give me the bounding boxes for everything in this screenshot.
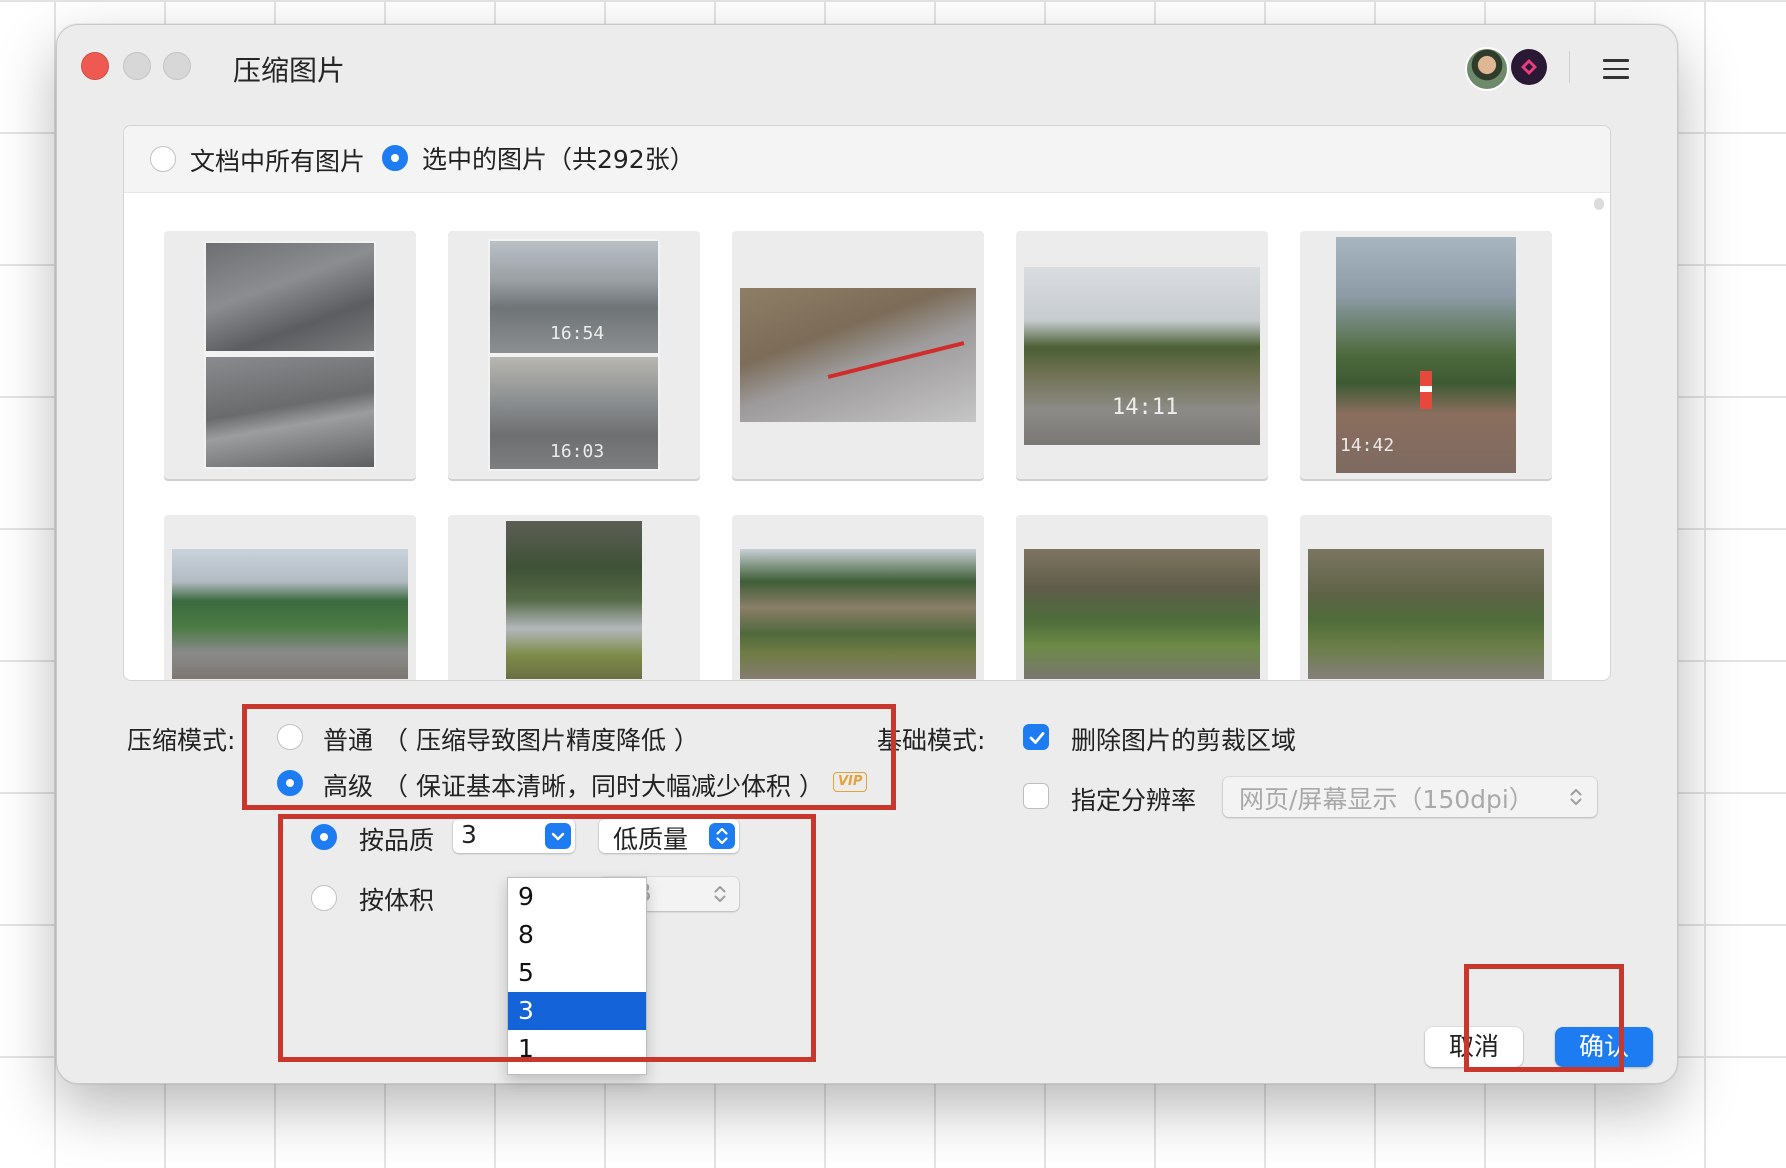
image-thumbnail[interactable] [164, 231, 416, 479]
image-thumbnail[interactable]: 14:11 [1016, 231, 1268, 479]
image-thumbnail[interactable]: 14:42 [1300, 231, 1552, 479]
image-thumbnail[interactable] [448, 515, 700, 680]
image-thumbnail[interactable] [732, 515, 984, 680]
user-avatar[interactable] [1465, 47, 1509, 91]
up-down-chevron-icon [1570, 789, 1582, 805]
resolution-checkbox[interactable] [1023, 783, 1049, 809]
dialog-title: 压缩图片 [233, 54, 346, 87]
image-thumbnail[interactable]: 16:54 16:03 [448, 231, 700, 479]
selected-images-label[interactable]: 选中的图片（共292张） [422, 140, 695, 176]
image-source-selector: 文档中所有图片 选中的图片（共292张） [124, 126, 1610, 193]
close-window-button[interactable] [81, 52, 109, 80]
image-thumbnail[interactable] [164, 515, 416, 680]
selected-images-radio[interactable] [382, 145, 408, 171]
menu-icon[interactable] [1603, 59, 1629, 79]
delete-crop-checkbox[interactable] [1023, 724, 1049, 750]
image-preview-panel: 文档中所有图片 选中的图片（共292张） 16:54 16:03 14:11 1… [123, 125, 1611, 681]
compress-mode-label: 压缩模式: [127, 726, 236, 755]
annotation-highlight-compress-mode [242, 704, 896, 810]
image-thumbnail[interactable] [1300, 515, 1552, 680]
image-thumbnail[interactable] [1016, 515, 1268, 680]
header-divider [1569, 51, 1570, 83]
minimize-window-button[interactable] [123, 52, 151, 80]
zoom-window-button[interactable] [163, 52, 191, 80]
all-images-label[interactable]: 文档中所有图片 [190, 142, 365, 178]
annotation-highlight-confirm [1464, 964, 1624, 1072]
delete-crop-label[interactable]: 删除图片的剪裁区域 [1071, 721, 1296, 757]
resolution-label[interactable]: 指定分辨率 [1071, 781, 1196, 817]
app-logo-icon[interactable] [1511, 49, 1547, 85]
image-thumbnail[interactable] [732, 231, 984, 479]
all-images-radio[interactable] [150, 146, 176, 172]
checkmark-icon [1029, 732, 1045, 744]
resolution-select[interactable]: 网页/屏幕显示（150dpi） [1223, 777, 1597, 817]
panel-scrollbar[interactable] [1594, 198, 1604, 210]
annotation-highlight-quality-options [278, 814, 816, 1062]
